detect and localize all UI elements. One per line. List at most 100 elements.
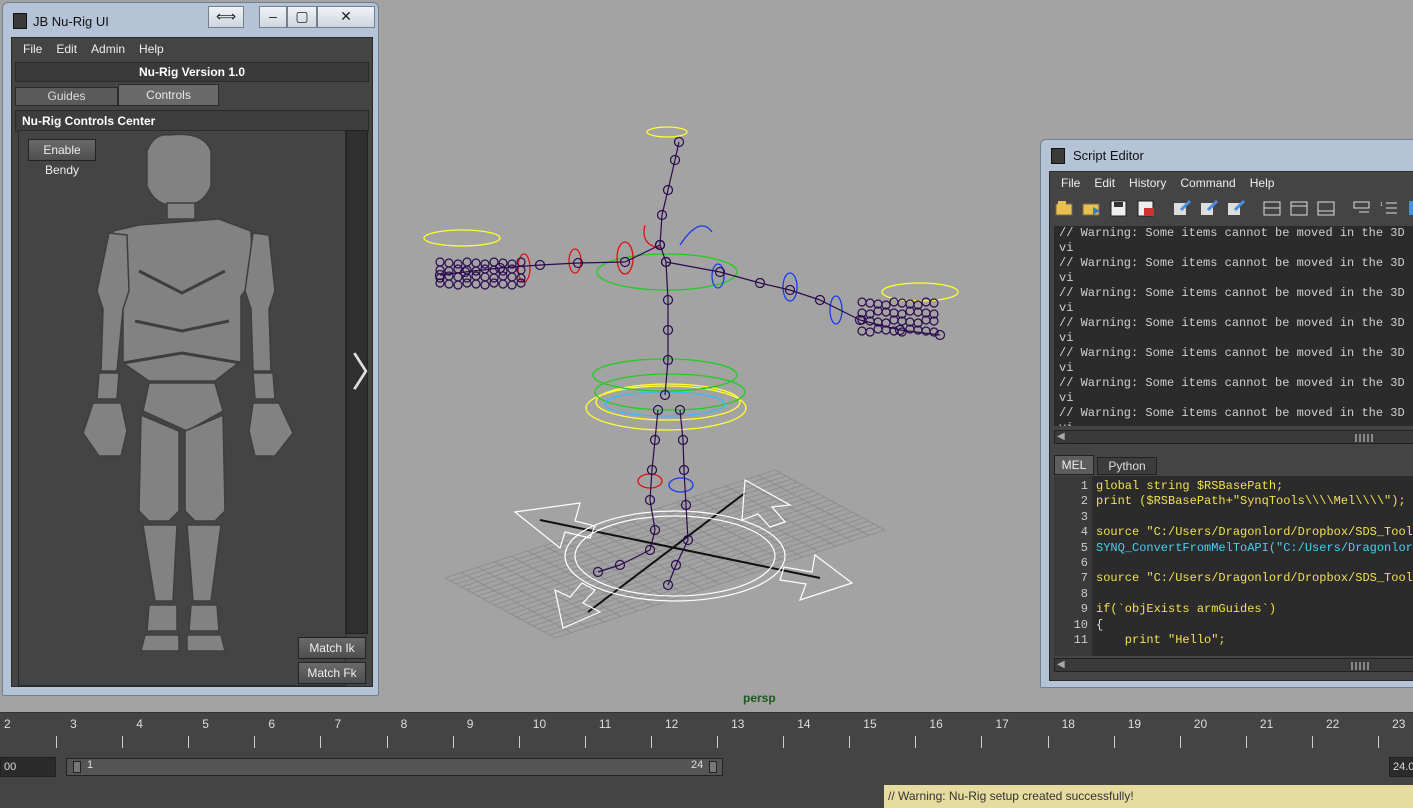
clear-history-icon[interactable] xyxy=(1171,198,1193,218)
source-script-icon[interactable] xyxy=(1081,198,1103,218)
script-editor-title-bar[interactable]: Script Editor xyxy=(1041,140,1413,171)
menu-file[interactable]: File xyxy=(23,42,42,56)
chevron-right-icon[interactable]: 〉 xyxy=(351,353,391,393)
menu-file[interactable]: File xyxy=(1061,176,1080,190)
menu-admin[interactable]: Admin xyxy=(91,42,125,56)
range-slider[interactable]: 1 24 xyxy=(66,758,723,776)
code-line: print "Hello"; xyxy=(1096,632,1226,647)
version-label: Nu-Rig Version 1.0 xyxy=(15,62,369,82)
menu-history[interactable]: History xyxy=(1129,176,1166,190)
maximize-button[interactable]: ▢ xyxy=(287,6,317,28)
layout-horizontal-icon[interactable] xyxy=(1261,198,1283,218)
layout-output-icon[interactable] xyxy=(1288,198,1310,218)
frame-number: 17 xyxy=(995,717,1009,731)
left-thigh-control[interactable] xyxy=(138,413,180,522)
right-toe-control[interactable] xyxy=(186,634,226,652)
nu-rig-window[interactable]: JB Nu-Rig UI ⟺ – ▢ ✕ File Edit Admin Hel… xyxy=(2,2,391,696)
neck-control[interactable] xyxy=(166,202,196,220)
left-hand-control[interactable] xyxy=(82,402,128,457)
title-bar[interactable]: JB Nu-Rig UI ⟺ – ▢ ✕ xyxy=(3,3,378,37)
command-line-bar: // Warning: Nu-Rig setup created success… xyxy=(0,782,1413,808)
script-editor-window[interactable]: Script Editor File Edit History Command … xyxy=(1040,139,1413,688)
menu-edit[interactable]: Edit xyxy=(56,42,77,56)
scroll-left-icon[interactable]: ◀ xyxy=(1057,431,1065,442)
frame-tick xyxy=(518,736,520,748)
scroll-left-icon[interactable]: ◀ xyxy=(1057,659,1065,670)
end-time-field[interactable]: 24.0 xyxy=(1389,757,1413,777)
line-number: 4 xyxy=(1080,525,1088,540)
left-foot-control[interactable] xyxy=(146,604,178,632)
body-figure[interactable] xyxy=(19,131,345,685)
frame-tick xyxy=(915,736,917,748)
frame-number: 20 xyxy=(1193,717,1208,731)
input-horizontal-scrollbar[interactable]: ◀ xyxy=(1054,658,1413,672)
frame-number: 10 xyxy=(532,717,547,731)
line-number-gutter: 1 2 3 4 5 6 7 8 9 10 11 xyxy=(1054,476,1092,656)
frame-tick xyxy=(1378,736,1379,748)
right-forearm-control[interactable] xyxy=(252,372,276,400)
left-forearm-control[interactable] xyxy=(96,372,120,400)
side-expand-strip[interactable]: 〉 xyxy=(346,130,391,634)
start-time-field[interactable]: 00 xyxy=(0,757,56,777)
tab-mel[interactable]: MEL xyxy=(1054,455,1094,475)
script-input-editor[interactable]: 1 2 3 4 5 6 7 8 9 10 11 global string $RSBasePath;… xyxy=(1054,476,1413,656)
menu-help[interactable]: Help xyxy=(1250,176,1275,190)
scroll-thumb[interactable] xyxy=(1351,662,1371,670)
right-shin-control[interactable] xyxy=(186,524,222,602)
menu-command[interactable]: Command xyxy=(1180,176,1235,190)
line-number: 9 xyxy=(1080,602,1088,617)
open-script-icon[interactable] xyxy=(1054,198,1076,218)
chest-control[interactable] xyxy=(110,218,254,382)
match-ik-button[interactable]: Match Ik xyxy=(298,637,366,659)
code-line: if(`objExists armGuides`) xyxy=(1096,602,1277,617)
minimize-button[interactable]: – xyxy=(259,6,287,28)
history-horizontal-scrollbar[interactable]: ◀ xyxy=(1054,430,1413,444)
shoulder-controls[interactable] xyxy=(423,126,959,493)
clear-all-icon[interactable] xyxy=(1225,198,1247,218)
script-menu-bar: File Edit History Command Help xyxy=(1050,172,1413,194)
tab-python[interactable]: Python xyxy=(1097,457,1157,475)
tab-controls[interactable]: Controls xyxy=(118,84,219,106)
menu-help[interactable]: Help xyxy=(139,42,164,56)
history-output[interactable]: // Warning: Some items cannot be moved i… xyxy=(1054,226,1413,426)
frame-tick xyxy=(650,736,652,748)
frame-tick xyxy=(717,736,718,748)
match-fk-button[interactable]: Match Fk xyxy=(298,662,366,684)
save-shelf-icon[interactable] xyxy=(1135,198,1157,218)
range-start-handle[interactable] xyxy=(73,761,81,773)
save-script-icon[interactable] xyxy=(1108,198,1130,218)
history-line: // Warning: Some items cannot be moved i… xyxy=(1059,226,1405,255)
frame-number: 21 xyxy=(1259,717,1274,731)
frame-tick xyxy=(452,736,454,748)
code-line: SYNQ_ConvertFromMelToAPI("C:/Users/Drago… xyxy=(1096,540,1413,555)
close-button[interactable]: ✕ xyxy=(317,6,375,28)
right-thigh-control[interactable] xyxy=(184,413,226,522)
hip-controls[interactable] xyxy=(585,358,747,431)
clear-input-icon[interactable] xyxy=(1198,198,1220,218)
code-text[interactable]: global string $RSBasePath; print ($RSBase… xyxy=(1096,479,1413,648)
tab-guides[interactable]: Guides xyxy=(15,87,118,106)
line-number: 2 xyxy=(1080,494,1088,509)
frame-number: 23 xyxy=(1392,717,1406,731)
line-number: 11 xyxy=(1073,633,1088,648)
left-shin-control[interactable] xyxy=(142,524,178,602)
line-numbers-icon[interactable]: 1 xyxy=(1378,198,1400,218)
head-control[interactable] xyxy=(146,133,212,206)
left-toe-control[interactable] xyxy=(140,634,180,652)
line-number: 7 xyxy=(1080,571,1088,586)
range-end-handle[interactable] xyxy=(709,761,717,773)
scroll-thumb[interactable] xyxy=(1355,434,1375,442)
layout-input-icon[interactable] xyxy=(1315,198,1337,218)
right-upper-arm-control[interactable] xyxy=(244,232,276,372)
enable-bendy-button[interactable]: Enable Bendy xyxy=(28,139,96,177)
right-hand-control[interactable] xyxy=(248,402,294,457)
code-line: { xyxy=(1096,617,1104,632)
resize-button[interactable]: ⟺ xyxy=(208,6,244,28)
execute-icon[interactable] xyxy=(1405,198,1413,218)
time-slider[interactable]: 2 3 4 5 6 7 8 9 10 11 12 13 14 15 16 17 18 19 20 21 22 23 xyxy=(0,712,1413,752)
menu-edit[interactable]: Edit xyxy=(1094,176,1115,190)
right-foot-control[interactable] xyxy=(188,604,220,632)
echo-commands-icon[interactable] xyxy=(1351,198,1373,218)
line-number: 5 xyxy=(1080,540,1088,555)
